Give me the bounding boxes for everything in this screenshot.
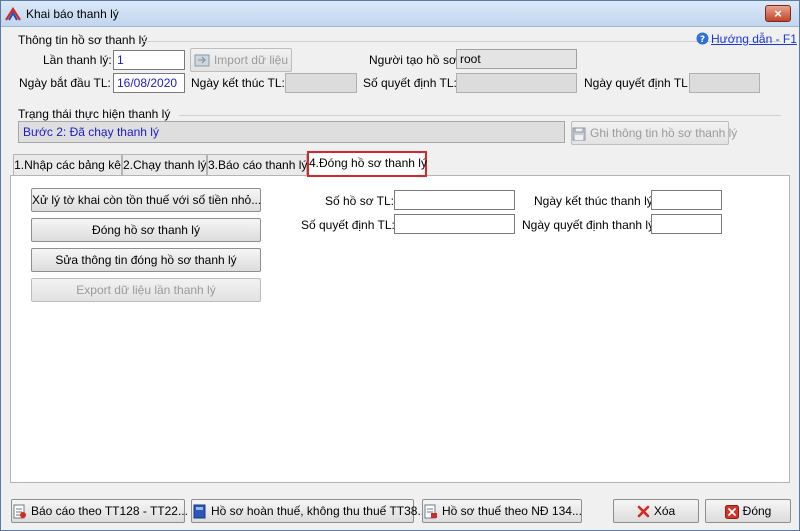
save-info-button[interactable]: Ghi thông tin hồ sơ thanh lý: [571, 121, 737, 145]
so-ho-so-input[interactable]: [394, 190, 515, 210]
help-link[interactable]: ? Hướng dẫn - F1: [696, 32, 797, 46]
help-label: Hướng dẫn - F1: [711, 32, 797, 46]
window-title: Khai báo thanh lý: [26, 7, 119, 21]
ho-so-hoan-thue-button[interactable]: Hồ sơ hoàn thuế, không thu thuế TT38...: [191, 499, 427, 523]
tab-bao-cao-thanh-ly[interactable]: 3.Báo cáo thanh lý: [207, 154, 307, 176]
close-icon: [724, 504, 739, 519]
book-icon: [193, 504, 206, 519]
panel-so-quyet-dinh-label: Số quyết định TL:: [301, 218, 395, 232]
report-icon: [13, 504, 26, 519]
svg-text:?: ?: [700, 35, 705, 45]
ho-so-hoan-thue-label: Hồ sơ hoàn thuế, không thu thuế TT38...: [211, 504, 428, 518]
group-status-divider: [179, 115, 781, 116]
ngay-bat-dau-label: Ngày bắt đầu TL:: [19, 76, 111, 90]
so-ho-so-label: Số hồ sơ TL:: [325, 194, 395, 208]
ngay-bat-dau-input[interactable]: 16/08/2020: [113, 73, 185, 93]
group-info-divider: [141, 41, 781, 42]
so-quyet-dinh-label: Số quyết định TL:: [363, 76, 457, 90]
xu-ly-to-khai-button[interactable]: Xử lý tờ khai còn tồn thuế với số tiền n…: [31, 188, 261, 212]
nguoi-tao-label: Người tạo hồ sơ:: [369, 53, 461, 67]
tab-chay-thanh-ly[interactable]: 2.Chạy thanh lý: [122, 154, 207, 176]
delete-button[interactable]: Xóa: [613, 499, 699, 523]
help-icon: ?: [696, 32, 709, 45]
delete-label: Xóa: [653, 504, 676, 518]
panel-so-quyet-dinh-input[interactable]: [394, 214, 515, 234]
document-icon: [424, 504, 437, 519]
panel-ngay-quyet-dinh-label: Ngày quyết định thanh lý:: [522, 218, 658, 232]
save-icon: [572, 127, 586, 141]
ngay-quyet-dinh-field: [689, 73, 760, 93]
app-logo-icon: [5, 7, 21, 21]
dialog-window: Khai báo thanh lý × Thông tin hồ sơ than…: [0, 0, 800, 531]
lan-thanh-ly-input[interactable]: 1: [113, 50, 185, 70]
window-close-button[interactable]: ×: [765, 5, 791, 22]
close-button[interactable]: Đóng: [705, 499, 791, 523]
ngay-ket-thuc-field: [285, 73, 357, 93]
ho-so-nd134-button[interactable]: Hồ sơ thuế theo NĐ 134...: [422, 499, 582, 523]
import-label: Import dữ liệu: [213, 53, 289, 67]
lan-thanh-ly-label: Lần thanh lý:: [43, 53, 112, 67]
import-icon: [194, 54, 210, 67]
report-tt128-button[interactable]: Báo cáo theo TT128 - TT22...: [11, 499, 188, 523]
report-tt128-label: Báo cáo theo TT128 - TT22...: [31, 504, 188, 518]
panel-ngay-quyet-dinh-input[interactable]: [651, 214, 722, 234]
so-quyet-dinh-field: [456, 73, 577, 93]
ngay-quyet-dinh-label: Ngày quyết định TL:: [584, 76, 692, 90]
sua-thong-tin-button[interactable]: Sửa thông tin đóng hồ sơ thanh lý: [31, 248, 261, 272]
delete-x-icon: [637, 506, 650, 518]
tab-nhap-bang-ke[interactable]: 1.Nhập các bảng kê: [13, 154, 122, 176]
export-du-lieu-button[interactable]: Export dữ liệu lần thanh lý: [31, 278, 261, 302]
group-status-title: Trạng thái thực hiện thanh lý: [18, 107, 171, 121]
title-bar[interactable]: Khai báo thanh lý ×: [1, 1, 799, 27]
tab-dong-ho-so-thanh-ly[interactable]: 4.Đóng hồ sơ thanh lý: [307, 151, 427, 177]
import-data-button[interactable]: Import dữ liệu: [190, 48, 292, 72]
nguoi-tao-field: root: [456, 49, 577, 69]
group-info-title: Thông tin hồ sơ thanh lý: [18, 33, 148, 47]
panel-ngay-ket-thuc-input[interactable]: [651, 190, 722, 210]
ngay-ket-thuc-label: Ngày kết thúc TL:: [191, 76, 285, 90]
panel-ngay-ket-thuc-label: Ngày kết thúc thanh lý:: [534, 194, 657, 208]
save-info-label: Ghi thông tin hồ sơ thanh lý: [590, 126, 738, 140]
status-field: Bước 2: Đã chạy thanh lý: [18, 121, 565, 143]
dong-ho-so-button[interactable]: Đóng hồ sơ thanh lý: [31, 218, 261, 242]
ho-so-nd134-label: Hồ sơ thuế theo NĐ 134...: [442, 504, 582, 518]
close-label: Đóng: [742, 504, 772, 518]
